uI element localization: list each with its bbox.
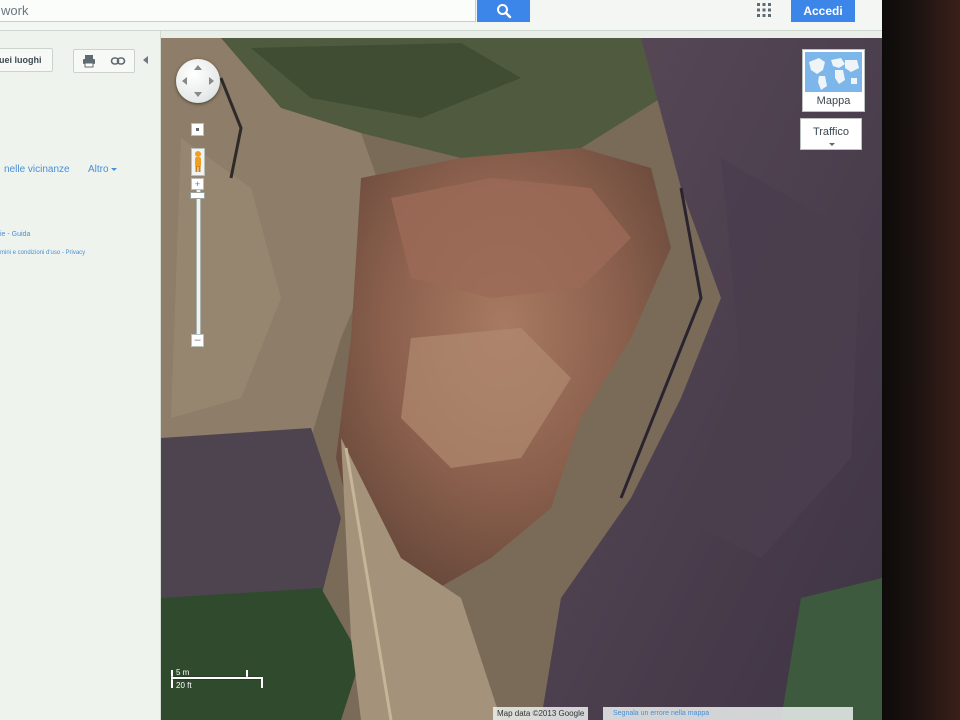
pan-up-icon[interactable]: [194, 65, 202, 70]
zoom-in-button[interactable]: +: [191, 178, 204, 190]
signin-button[interactable]: Accedi: [791, 0, 855, 22]
nearby-link[interactable]: nelle vicinanze: [4, 164, 70, 175]
chevron-down-icon: [829, 143, 835, 146]
map-type-button[interactable]: Mappa: [802, 49, 865, 112]
monitor-bezel: [882, 0, 960, 720]
zoom-reset-button[interactable]: [191, 123, 204, 136]
search-button[interactable]: [477, 0, 530, 22]
my-places-label: uei luoghi: [0, 55, 42, 65]
left-panel: uei luoghi nelle vicinanze Altro ie - Gu…: [0, 31, 161, 720]
satellite-imagery: [161, 38, 882, 720]
panel-toolbar: [73, 49, 135, 73]
map-attribution: Map data ©2013 Google: [493, 707, 589, 720]
zoom-out-button[interactable]: –: [191, 334, 204, 347]
traffic-label: Traffico: [812, 126, 850, 138]
zoom-slider-track[interactable]: [196, 190, 201, 336]
pan-right-icon[interactable]: [209, 77, 214, 85]
apps-grid-icon[interactable]: [756, 2, 772, 18]
world-map-thumbnail: [805, 52, 862, 92]
more-link[interactable]: Altro: [88, 164, 117, 175]
top-bar: Accedi: [0, 0, 882, 31]
search-icon: [497, 4, 512, 19]
help-link[interactable]: ie - Guida: [0, 231, 30, 238]
browser-screen: Accedi uei luoghi nelle vicinanze Altro …: [0, 0, 882, 720]
my-places-button[interactable]: uei luoghi: [0, 48, 53, 72]
pan-left-icon[interactable]: [182, 77, 187, 85]
pan-control[interactable]: [176, 59, 220, 103]
pan-down-icon[interactable]: [194, 92, 202, 97]
terms-privacy-link[interactable]: mini e condizioni d'uso - Privacy: [0, 250, 85, 256]
print-icon[interactable]: [81, 53, 97, 69]
report-error-link[interactable]: Segnala un errore nella mappa: [603, 707, 853, 720]
map-type-label: Mappa: [816, 95, 851, 107]
satellite-map[interactable]: + – Mappa Traffico 5 m 20 ft Map data ©2…: [161, 38, 882, 720]
search-input[interactable]: [0, 0, 476, 22]
zoom-slider-handle[interactable]: [190, 192, 205, 199]
collapse-panel-icon[interactable]: [143, 56, 148, 64]
scale-bar: 5 m 20 ft: [168, 668, 264, 690]
traffic-button[interactable]: Traffico: [800, 118, 862, 150]
pegman-icon[interactable]: [191, 148, 205, 176]
scale-metric-label: 5 m: [176, 668, 190, 677]
scale-imperial-label: 20 ft: [176, 681, 192, 690]
link-icon[interactable]: [110, 53, 126, 69]
